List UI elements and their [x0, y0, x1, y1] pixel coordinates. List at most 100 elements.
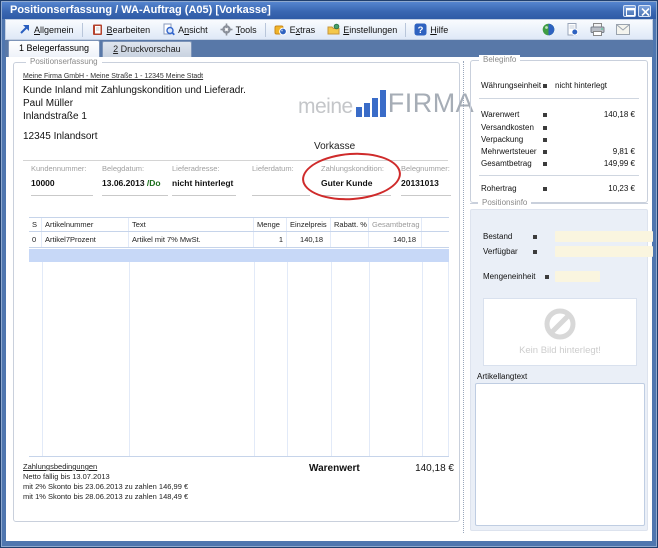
col-header: Gesamtbetrag — [369, 218, 422, 231]
beleginfo-row: Mehrwertsteuer 9,81 € — [481, 147, 639, 158]
beleginfo-row: Währungseinheit nicht hinterlegt — [481, 81, 639, 92]
magnifier-page-icon — [162, 23, 175, 36]
col-header: Einzelpreis — [287, 218, 331, 231]
col-header: Artikelnummer — [42, 218, 129, 231]
menu-einstellungen[interactable]: Einstellungen — [321, 21, 403, 38]
menu-item-label: Ansicht — [178, 25, 208, 35]
divider — [479, 98, 639, 99]
address-line: Inlandstraße 1 — [23, 111, 87, 122]
maximize-icon — [626, 8, 635, 16]
close-button[interactable] — [638, 5, 651, 17]
email-icon[interactable] — [616, 24, 630, 35]
bestand-value-field — [555, 231, 653, 242]
print-icon[interactable] — [590, 23, 605, 36]
logo-word-meine: meine — [298, 96, 353, 117]
total-value: 140,18 € — [364, 463, 454, 474]
bullet-icon — [533, 250, 537, 254]
divider — [479, 175, 639, 176]
menu-separator — [82, 23, 83, 37]
gear-icon — [220, 23, 233, 36]
menu-separator — [265, 23, 266, 37]
article-image-box: Kein Bild hinterlegt! — [483, 298, 637, 366]
bullet-icon — [543, 187, 547, 191]
col-header: Menge — [254, 218, 287, 231]
menu-item-label: Allgemein — [34, 25, 74, 35]
artikellangtext-label: Artikellangtext — [477, 372, 527, 381]
menu-item-label: Einstellungen — [343, 25, 397, 35]
groupbox-label: Positionsinfo — [478, 198, 531, 207]
positions-table: S Artikelnummer Text Menge Einzelpreis R… — [29, 217, 449, 248]
positionsinfo-row: Verfügbar — [483, 247, 518, 258]
payment-terms-line: mit 2% Skonto bis 23.06.2013 zu zahlen 1… — [23, 482, 188, 491]
field-kundennummer[interactable]: Kundennummer: 10000 — [31, 164, 86, 173]
maximize-button[interactable] — [623, 5, 636, 17]
menu-item-label: Hilfe — [430, 25, 448, 35]
globe-sphere-icon[interactable] — [542, 23, 555, 36]
menu-extras[interactable]: Extras — [268, 21, 322, 38]
field-lieferdatum[interactable]: Lieferdatum: — [252, 164, 294, 173]
bullet-icon — [545, 275, 549, 279]
field-lieferadresse[interactable]: Lieferadresse: nicht hinterlegt — [172, 164, 220, 173]
positionsinfo-row: Bestand — [483, 232, 512, 243]
bullet-icon — [533, 235, 537, 239]
field-belegnummer[interactable]: Belegnummer: 20131013 — [401, 164, 450, 173]
arrow-up-right-icon — [18, 23, 31, 36]
tab-belegerfassung[interactable]: 1 Belegerfassung — [8, 40, 100, 57]
bar-chart-logo-icon — [356, 90, 386, 117]
payment-terms-title: Zahlungsbedingungen — [23, 462, 97, 471]
table-header-row: S Artikelnummer Text Menge Einzelpreis R… — [29, 217, 449, 232]
address-line: Kunde Inland mit Zahlungskondition und L… — [23, 85, 246, 96]
window-title: Positionserfassung / WA-Auftrag (A05) [V… — [10, 4, 271, 16]
tab-bar: 1 Belegerfassung 2 Druckvorschau — [5, 40, 653, 57]
toolbar-icon-group — [542, 23, 630, 36]
menu-hilfe[interactable]: ? Hilfe — [408, 21, 454, 38]
help-question-icon: ? — [414, 23, 427, 36]
menu-allgemein[interactable]: Allgemein — [12, 21, 80, 38]
tab-druckvorschau[interactable]: 2 Druckvorschau — [102, 41, 192, 57]
groupbox-label: Positionserfassung — [26, 57, 102, 66]
cell-einzelpreis: 140,18 — [287, 232, 331, 247]
menu-tools[interactable]: Tools — [214, 21, 263, 38]
menu-ansicht[interactable]: Ansicht — [156, 21, 214, 38]
tab-label: 2 Druckvorschau — [113, 44, 181, 54]
bullet-icon — [543, 84, 547, 88]
panel-splitter[interactable] — [463, 61, 464, 533]
tab-label: 1 Belegerfassung — [19, 43, 89, 53]
company-logo: meine FIRMA — [298, 90, 474, 117]
document-preview-icon[interactable] — [566, 23, 579, 36]
verfuegbar-value-field — [555, 246, 653, 257]
content-area: Positionserfassung Meine Firma GmbH - Me… — [6, 57, 652, 541]
payment-terms-line: Netto fällig bis 13.07.2013 — [23, 472, 110, 481]
sender-line: Meine Firma GmbH - Meine Straße 1 - 1234… — [23, 73, 203, 80]
menu-bar: Allgemein Bearbeiten Ansicht — [5, 19, 653, 40]
col-header: Rabatt. % — [331, 218, 369, 231]
weekday-suffix: /Do — [145, 178, 161, 188]
artikellangtext-box[interactable] — [475, 383, 645, 526]
bullet-icon — [543, 138, 547, 142]
mengeneinheit-value-field — [555, 271, 600, 282]
cell-gesamtbetrag: 140,18 — [369, 232, 422, 247]
edit-book-icon — [91, 23, 104, 36]
bullet-icon — [543, 162, 547, 166]
positionsinfo-row: Mengeneinheit — [483, 272, 535, 283]
col-header: Text — [129, 218, 254, 231]
cell-menge: 1 — [254, 232, 287, 247]
cell-status: 0 — [29, 232, 42, 247]
menu-item-label: Bearbeiten — [107, 25, 151, 35]
menu-bearbeiten[interactable]: Bearbeiten — [85, 21, 157, 38]
settings-folder-icon — [327, 23, 340, 36]
beleginfo-row: Gesamtbetrag 149,99 € — [481, 159, 639, 170]
selected-empty-row[interactable] — [29, 249, 449, 262]
bullet-icon — [543, 150, 547, 154]
col-header — [422, 218, 449, 231]
bullet-icon — [543, 113, 547, 117]
menu-separator — [405, 23, 406, 37]
table-row[interactable]: 0 Artikel7Prozent Artikel mit 7% MwSt. 1… — [29, 232, 449, 248]
app-window: Positionserfassung / WA-Auftrag (A05) [V… — [0, 0, 658, 548]
positionsinfo-panel: Bestand Verfügbar Mengeneinheit Kein Bi — [470, 209, 648, 531]
logo-word-firma: FIRMA — [388, 91, 475, 117]
total-label: Warenwert — [309, 463, 360, 474]
col-header: S — [29, 218, 42, 231]
table-empty-area[interactable] — [29, 262, 449, 457]
field-belegdatum[interactable]: Belegdatum: 13.06.2013 /Do — [102, 164, 144, 173]
